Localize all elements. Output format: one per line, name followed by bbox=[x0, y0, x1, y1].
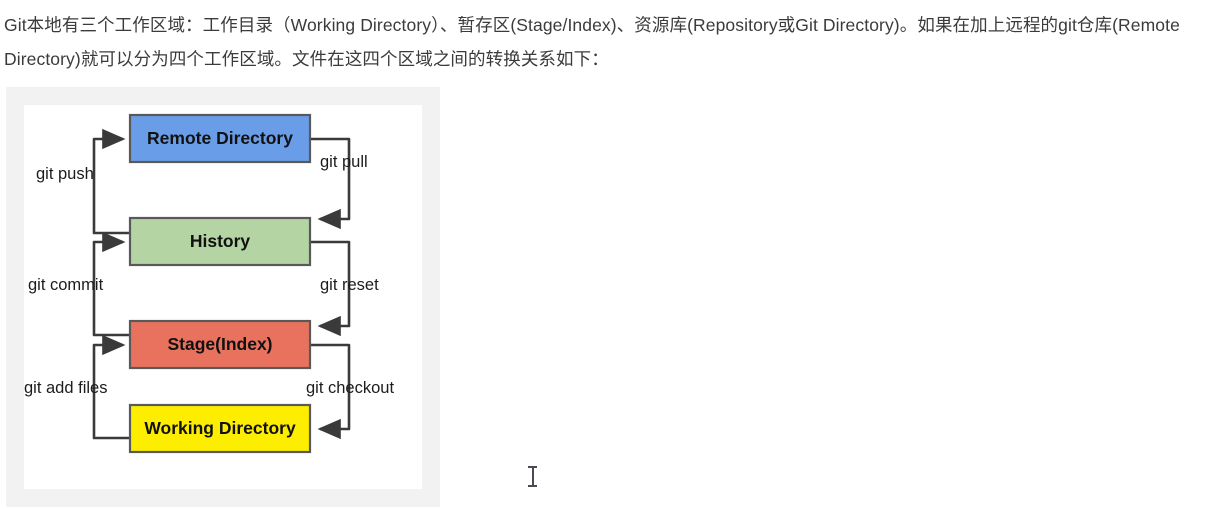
node-working-directory[interactable]: Working Directory bbox=[128, 403, 312, 454]
article-paragraph: Git本地有三个工作区域：工作目录（Working Directory）、暂存区… bbox=[4, 15, 1180, 69]
edge-git-checkout: git checkout bbox=[306, 343, 394, 440]
figure-container: git push git pull git commit git reset g… bbox=[6, 87, 440, 507]
node-remote-directory[interactable]: Remote Directory bbox=[128, 113, 312, 164]
text-ibeam-cursor-icon bbox=[528, 466, 537, 487]
node-label-remote-directory: Remote Directory bbox=[147, 128, 293, 148]
edge-git-commit: git commit bbox=[28, 231, 132, 337]
figure-canvas: git push git pull git commit git reset g… bbox=[24, 105, 422, 489]
edge-label-git-reset: git reset bbox=[320, 276, 379, 294]
edge-label-git-commit: git commit bbox=[28, 276, 104, 294]
node-history[interactable]: History bbox=[128, 216, 312, 267]
git-workflow-diagram: git push git pull git commit git reset g… bbox=[24, 113, 394, 454]
edge-label-git-add-files: git add files bbox=[24, 379, 107, 397]
caret-stem bbox=[532, 466, 534, 487]
node-label-history: History bbox=[190, 231, 251, 251]
caret-cap-top bbox=[528, 466, 537, 468]
edge-label-git-checkout: git checkout bbox=[306, 379, 394, 397]
caret-cap-bottom bbox=[528, 485, 537, 487]
node-label-working-directory: Working Directory bbox=[144, 418, 296, 438]
node-label-stage-index: Stage(Index) bbox=[167, 334, 272, 354]
node-stage-index[interactable]: Stage(Index) bbox=[128, 319, 312, 370]
edge-git-add-files: git add files bbox=[24, 334, 132, 440]
edge-label-git-pull: git pull bbox=[320, 153, 368, 171]
edge-git-pull: git pull bbox=[309, 137, 368, 230]
edge-label-git-push: git push bbox=[36, 165, 94, 183]
edge-git-push: git push bbox=[36, 128, 132, 235]
edge-git-reset: git reset bbox=[309, 240, 379, 337]
